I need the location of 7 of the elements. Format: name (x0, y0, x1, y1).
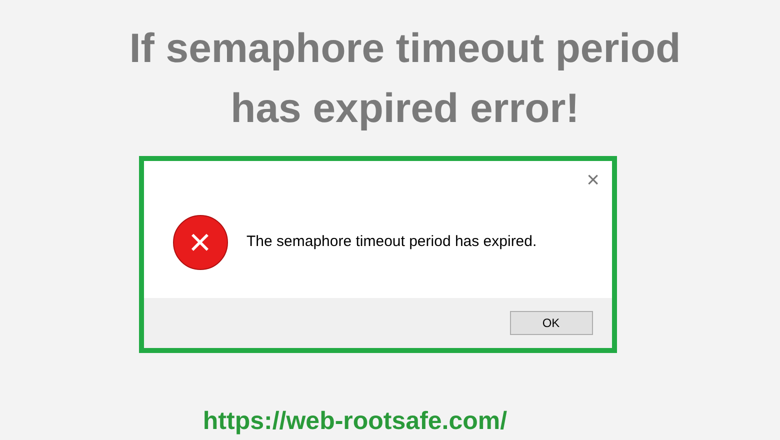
error-message: The semaphore timeout period has expired. (246, 232, 537, 252)
error-icon: × (172, 215, 228, 270)
close-button[interactable]: × (586, 169, 600, 191)
headline-line: has expired error! (230, 84, 580, 133)
headline-line: If semaphore timeout period (129, 24, 681, 73)
ok-button[interactable]: OK (510, 310, 592, 334)
website-url: https://web-rootsafe.com/ (202, 406, 508, 436)
